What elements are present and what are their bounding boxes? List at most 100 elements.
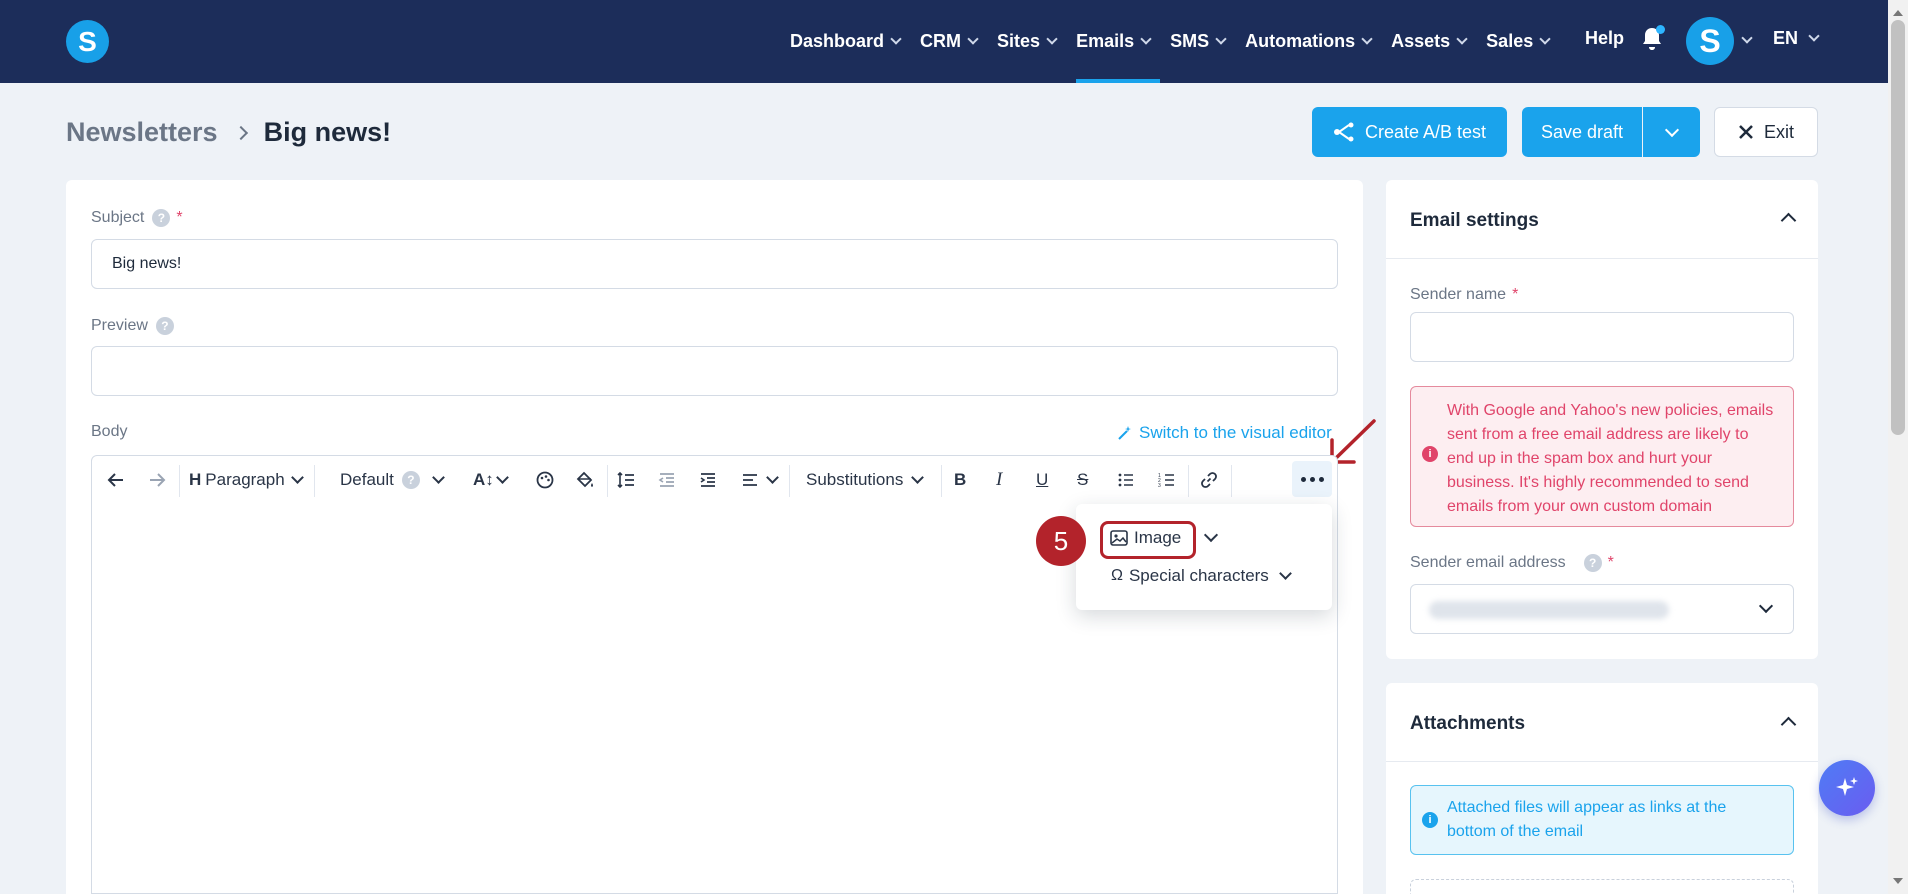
paint-bucket-icon (576, 471, 593, 488)
bold-button[interactable]: B (954, 456, 966, 504)
special-characters-label: Special characters (1128, 566, 1269, 585)
nav-item-sms[interactable]: SMS (1170, 0, 1227, 83)
strikethrough-button[interactable]: S (1077, 456, 1088, 504)
numbered-list-button[interactable]: 123 (1158, 456, 1176, 504)
text-align-dropdown[interactable] (740, 456, 779, 504)
switch-visual-editor-link[interactable]: Switch to the visual editor (1117, 423, 1332, 443)
omega-icon: Ω (1111, 567, 1123, 584)
nav-item-dashboard[interactable]: Dashboard (790, 0, 902, 83)
save-draft-dropdown-button[interactable] (1643, 107, 1700, 157)
nav-label: Automations (1245, 31, 1356, 51)
chevron-down-icon (967, 33, 979, 45)
chevron-down-icon (1456, 33, 1468, 45)
toolbar-divider (1231, 465, 1232, 497)
substitutions-dropdown[interactable]: Substitutions (806, 456, 925, 504)
split-icon (1333, 122, 1354, 142)
help-icon[interactable]: ? (152, 209, 171, 227)
chevron-up-icon[interactable] (1780, 716, 1797, 733)
nav-item-assets[interactable]: Assets (1391, 0, 1468, 83)
ai-assistant-button[interactable] (1819, 760, 1875, 816)
toolbar-divider (607, 465, 608, 497)
nav-item-emails[interactable]: Emails (1076, 0, 1161, 83)
chevron-down-icon (1215, 33, 1227, 45)
toolbar-divider (1188, 465, 1189, 497)
email-settings-card: Email settings Sender name * i With Googl… (1386, 180, 1818, 659)
breadcrumb-newsletters[interactable]: Newsletters (66, 117, 218, 148)
help-icon[interactable]: ? (1583, 554, 1602, 572)
nav-label: CRM (920, 31, 962, 51)
language-selector[interactable]: EN (1773, 28, 1820, 49)
italic-button[interactable]: I (996, 456, 1002, 504)
svg-text:3: 3 (1158, 483, 1161, 489)
nav-label: Sales (1486, 31, 1534, 51)
required-asterisk: * (176, 209, 183, 226)
undo-button[interactable] (106, 456, 126, 504)
sender-email-select[interactable] (1410, 584, 1794, 634)
preview-input[interactable] (91, 346, 1338, 396)
sender-email-label-row: Sender email address ? * (1410, 554, 1614, 572)
highlight-color-button[interactable] (575, 456, 595, 504)
undo-arrow-icon (107, 473, 123, 487)
font-size-dropdown[interactable]: A↕ (473, 456, 509, 504)
chevron-down-icon (1758, 598, 1774, 614)
nav-item-crm[interactable]: CRM (920, 0, 979, 83)
nav-item-sales[interactable]: Sales (1486, 0, 1551, 83)
redo-button[interactable] (147, 456, 167, 504)
required-asterisk: * (1607, 554, 1614, 571)
nav-label: Dashboard (790, 31, 885, 51)
line-height-button[interactable] (616, 456, 636, 504)
scroll-down-arrow-icon[interactable] (1893, 878, 1903, 884)
insert-link-button[interactable] (1199, 456, 1219, 504)
avatar[interactable]: S (1686, 17, 1734, 65)
help-link[interactable]: Help (1585, 28, 1624, 49)
nav-label: Assets (1391, 31, 1451, 51)
nav-item-sites[interactable]: Sites (997, 0, 1058, 83)
spam-warning-alert: i With Google and Yahoo's new policies, … (1410, 386, 1794, 527)
chevron-right-icon (233, 125, 248, 140)
preview-label-row: Preview ? (91, 317, 174, 335)
info-icon: i (1422, 812, 1438, 828)
chevron-down-icon (890, 33, 902, 45)
sender-name-label-row: Sender name * (1410, 286, 1518, 304)
subject-value: Big news! (112, 255, 182, 272)
toolbar-divider (179, 465, 180, 497)
save-draft-button[interactable]: Save draft (1522, 107, 1642, 157)
chevron-up-icon[interactable] (1780, 212, 1797, 229)
bullet-list-icon (1118, 473, 1133, 487)
font-size-icon: A↕ (473, 470, 494, 489)
subject-label-row: Subject ? * (91, 209, 183, 227)
line-height-icon (617, 471, 634, 489)
subject-input[interactable]: Big news! (91, 239, 1338, 289)
attachment-dropzone[interactable] (1410, 879, 1794, 894)
top-navbar: S Dashboard CRM Sites Emails SMS Automat… (0, 0, 1888, 83)
dot (1309, 476, 1315, 482)
help-icon[interactable]: ? (401, 471, 420, 489)
chevron-down-icon (1046, 33, 1058, 45)
more-options-button[interactable] (1292, 461, 1332, 497)
help-icon[interactable]: ? (155, 317, 174, 335)
indent-button[interactable] (698, 456, 718, 504)
nav-item-automations[interactable]: Automations (1245, 0, 1373, 83)
special-characters-dropdown[interactable]: Ω Special characters (1111, 566, 1292, 586)
app-logo[interactable]: S (66, 20, 109, 63)
bullet-list-button[interactable] (1117, 456, 1135, 504)
underline-button[interactable]: U (1036, 456, 1048, 504)
scrollbar-thumb[interactable] (1891, 20, 1905, 435)
exit-button[interactable]: Exit (1714, 107, 1818, 157)
paragraph-style-dropdown[interactable]: H Paragraph (189, 456, 304, 504)
underline-icon: U (1036, 470, 1049, 489)
language-label: EN (1773, 28, 1799, 48)
attachments-info-text: Attached files will appear as links at t… (1447, 799, 1727, 840)
create-ab-test-button[interactable]: Create A/B test (1312, 107, 1507, 157)
subject-label: Subject (91, 209, 145, 226)
scroll-up-arrow-icon[interactable] (1893, 10, 1903, 16)
strikethrough-icon: S (1077, 470, 1089, 489)
chevron-down-icon (1278, 567, 1292, 580)
outdent-button[interactable] (657, 456, 677, 504)
text-color-button[interactable] (535, 456, 555, 504)
font-family-dropdown[interactable]: Default ? (340, 456, 445, 504)
chevron-down-icon[interactable] (1741, 32, 1753, 44)
exit-label: Exit (1763, 121, 1794, 142)
sender-name-input[interactable] (1410, 312, 1794, 362)
body-label: Body (91, 423, 127, 441)
